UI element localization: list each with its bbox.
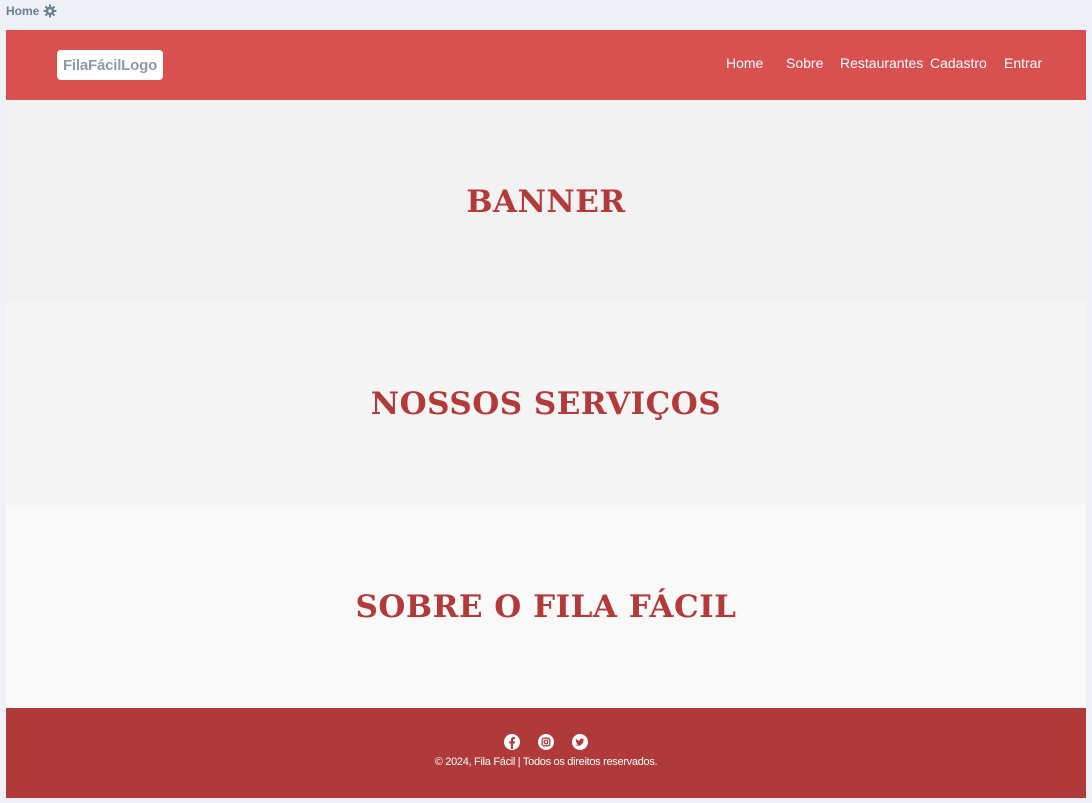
navbar: FilaFácilLogo Home Sobre Restaurantes Ca…	[6, 30, 1086, 100]
social-links	[6, 734, 1086, 750]
footer: © 2024, Fila Fácil | Todos os direitos r…	[6, 708, 1086, 798]
about-heading: SOBRE O FILA FÁCIL	[355, 588, 737, 625]
breadcrumb: Home	[0, 0, 1092, 22]
banner-heading: BANNER	[466, 183, 626, 220]
services-heading: NOSSOS SERVIÇOS	[370, 385, 722, 422]
gear-icon[interactable]	[43, 4, 57, 18]
breadcrumb-home[interactable]: Home	[6, 4, 39, 18]
nav-link-cadastro[interactable]: Cadastro	[930, 55, 987, 71]
facebook-icon[interactable]	[504, 734, 520, 750]
nav-link-restaurantes[interactable]: Restaurantes	[840, 55, 923, 71]
services-section: NOSSOS SERVIÇOS	[6, 302, 1086, 505]
copyright-text: © 2024, Fila Fácil | Todos os direitos r…	[434, 756, 658, 768]
nav-link-home[interactable]: Home	[726, 55, 763, 71]
about-section: SOBRE O FILA FÁCIL	[6, 505, 1086, 708]
page-frame: FilaFácilLogo Home Sobre Restaurantes Ca…	[6, 30, 1086, 798]
twitter-icon[interactable]	[572, 734, 588, 750]
nav-links: Home Sobre Restaurantes Cadastro Entrar	[6, 30, 1086, 100]
nav-link-sobre[interactable]: Sobre	[786, 55, 823, 71]
instagram-icon[interactable]	[538, 734, 554, 750]
nav-link-entrar[interactable]: Entrar	[1004, 55, 1042, 71]
banner-section: BANNER	[6, 100, 1086, 303]
